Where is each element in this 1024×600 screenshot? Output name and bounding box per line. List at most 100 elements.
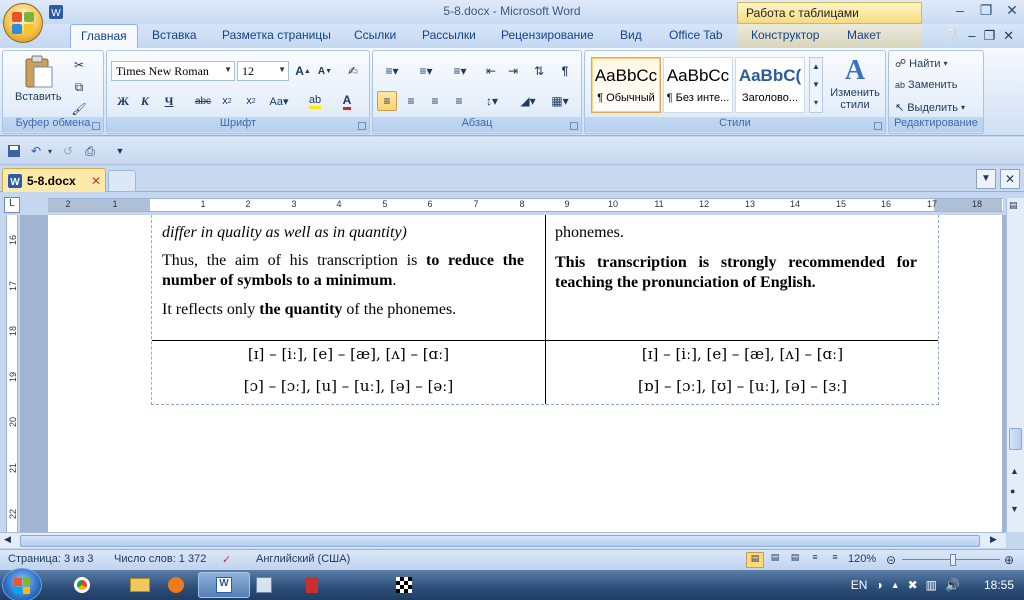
prev-page-icon[interactable]: ▲	[1010, 466, 1019, 476]
draft-icon[interactable]: ≡	[826, 552, 844, 568]
ruler-toggle-icon[interactable]: ▤	[1009, 200, 1018, 211]
tab-list-icon[interactable]: ▼	[976, 169, 996, 189]
justify-icon[interactable]: ≡	[449, 91, 469, 111]
table-cell-left[interactable]: differ in quality as well as in quantity…	[162, 223, 524, 330]
subscript-icon[interactable]: x2	[217, 91, 237, 111]
numbering-icon[interactable]: ≡▾	[411, 61, 441, 81]
full-screen-reading-icon[interactable]: ▤	[766, 552, 784, 568]
increase-indent-icon[interactable]: ⇥	[503, 61, 523, 81]
next-page-icon[interactable]: ▼	[1010, 504, 1019, 514]
book-icon[interactable]	[286, 572, 338, 598]
tray-icon-1[interactable]: ◑	[875, 578, 882, 592]
save-icon[interactable]	[4, 141, 24, 161]
bold-icon[interactable]: Ж	[113, 91, 133, 111]
page[interactable]: differ in quality as well as in quantity…	[48, 215, 1002, 532]
customize-qat-icon[interactable]: ▼	[110, 141, 130, 161]
paragraph-dialog-launcher[interactable]	[570, 122, 578, 130]
find-button[interactable]: ☍ Найти ▾	[895, 57, 948, 71]
superscript-icon[interactable]: x2	[241, 91, 261, 111]
tab-view[interactable]: Вид	[620, 28, 642, 42]
new-tab-button[interactable]	[108, 170, 136, 192]
print-layout-icon[interactable]: ▤	[746, 552, 764, 568]
redo-icon[interactable]: ↺	[58, 141, 78, 161]
proofing-icon[interactable]: ✓	[222, 553, 231, 566]
horizontal-ruler[interactable]: 2 1 1 2 3 4 5 6 7 8 9 10 11 12 13 14 15 16 17 18	[48, 198, 1003, 212]
tab-mailings[interactable]: Рассылки	[422, 28, 476, 42]
web-layout-icon[interactable]: ▤	[786, 552, 804, 568]
borders-icon[interactable]: ▦▾	[545, 91, 575, 111]
vertical-scroll-thumb[interactable]	[1009, 428, 1022, 450]
strikethrough-icon[interactable]: abc	[193, 91, 213, 111]
align-center-icon[interactable]: ≡	[401, 91, 421, 111]
shading-icon[interactable]: ◢▾	[513, 91, 543, 111]
print-preview-icon[interactable]: ⎙	[80, 141, 100, 161]
tab-selector[interactable]: L	[4, 197, 20, 213]
undo-dropdown-icon[interactable]: ▾	[40, 141, 60, 161]
clock[interactable]: 18:55	[984, 578, 1014, 592]
game-icon[interactable]	[378, 572, 430, 598]
help-icon[interactable]: ❔	[944, 28, 960, 44]
tab-review[interactable]: Рецензирование	[501, 28, 594, 42]
outline-icon[interactable]: ≡	[806, 552, 824, 568]
sort-icon[interactable]: ⇅	[529, 61, 549, 81]
line-spacing-icon[interactable]: ↕▾	[477, 91, 507, 111]
cut-icon[interactable]: ✂	[69, 55, 89, 75]
bullets-icon[interactable]: ≡▾	[377, 61, 407, 81]
ribbon-minimize-button[interactable]: –	[968, 28, 975, 44]
word-count[interactable]: Число слов: 1 372	[114, 553, 206, 565]
change-styles-button[interactable]: A Изменить стили	[827, 55, 883, 111]
close-button[interactable]: ✕	[1004, 2, 1020, 19]
replace-button[interactable]: ab Заменить	[895, 79, 957, 91]
doc-tab-active[interactable]: W 5-8.docx ✕	[2, 168, 106, 192]
tab-close-all-icon[interactable]: ✕	[1000, 169, 1020, 189]
vertical-ruler[interactable]: 16 17 18 19 20 21 22	[6, 215, 18, 532]
style-no-spacing[interactable]: AaBbCc ¶ Без инте...	[663, 57, 733, 113]
page-indicator[interactable]: Страница: 3 из 3	[8, 553, 94, 565]
horizontal-scroll-thumb[interactable]	[20, 535, 980, 547]
minimize-button[interactable]: –	[952, 2, 968, 19]
language-indicator-tray[interactable]: EN	[851, 578, 868, 592]
zoom-level[interactable]: 120%	[848, 553, 876, 565]
language-indicator[interactable]: Английский (США)	[256, 553, 350, 565]
zoom-out-icon[interactable]: ⊝	[886, 553, 896, 567]
select-button[interactable]: ↖ Выделить ▾	[895, 101, 965, 115]
format-painter-icon[interactable]: 🖌	[69, 99, 89, 119]
restore-button[interactable]: ❐	[978, 2, 994, 19]
change-case-icon[interactable]: Aa▾	[265, 91, 293, 111]
doc-tab-close-icon[interactable]: ✕	[91, 174, 101, 188]
chrome-icon[interactable]	[56, 572, 108, 598]
clipboard-dialog-launcher[interactable]	[92, 122, 100, 130]
copy-icon[interactable]: ⧉	[69, 77, 89, 97]
zoom-slider-thumb[interactable]	[950, 554, 956, 566]
start-button[interactable]	[2, 568, 42, 600]
highlight-icon[interactable]: ab	[301, 91, 329, 111]
italic-icon[interactable]: К	[135, 91, 155, 111]
table-cell-right[interactable]: phonemes. This transcription is strongly…	[555, 223, 917, 303]
table[interactable]: differ in quality as well as in quantity…	[151, 215, 939, 405]
doc-close-button[interactable]: ✕	[1003, 28, 1014, 44]
show-formatting-icon[interactable]: ¶	[555, 61, 575, 81]
style-normal[interactable]: AaBbCc ¶ Обычный	[591, 57, 661, 113]
align-right-icon[interactable]: ≡	[425, 91, 445, 111]
scroll-left-icon[interactable]: ◀	[4, 534, 11, 545]
volume-icon[interactable]: 🔊	[945, 578, 960, 592]
vertical-scrollbar[interactable]: ▤ ▲ ● ▼	[1006, 198, 1024, 532]
styles-scroll[interactable]: ▲ ▼ ▾	[809, 57, 823, 113]
zoom-in-icon[interactable]: ⊕	[1004, 553, 1014, 567]
multilevel-list-icon[interactable]: ≡▾	[445, 61, 475, 81]
browse-object-icon[interactable]: ●	[1010, 486, 1015, 496]
scroll-right-icon[interactable]: ▶	[990, 534, 997, 545]
tab-page-layout[interactable]: Разметка страницы	[222, 28, 331, 42]
font-color-icon[interactable]: A	[333, 91, 361, 111]
styles-dialog-launcher[interactable]	[874, 122, 882, 130]
tab-insert[interactable]: Вставка	[152, 28, 197, 42]
clear-formatting-icon[interactable]: ✍	[343, 61, 363, 81]
font-size-combo[interactable]: 12 ▼	[237, 61, 289, 81]
decrease-indent-icon[interactable]: ⇤	[481, 61, 501, 81]
style-heading[interactable]: AaBbC( Заголово...	[735, 57, 805, 113]
tab-references[interactable]: Ссылки	[354, 28, 396, 42]
network-icon[interactable]: ▥	[926, 578, 937, 592]
font-name-combo[interactable]: Times New Roman ▼	[111, 61, 235, 81]
horizontal-scrollbar[interactable]: ◀ ▶	[0, 532, 1006, 548]
media-player-icon[interactable]	[150, 572, 202, 598]
